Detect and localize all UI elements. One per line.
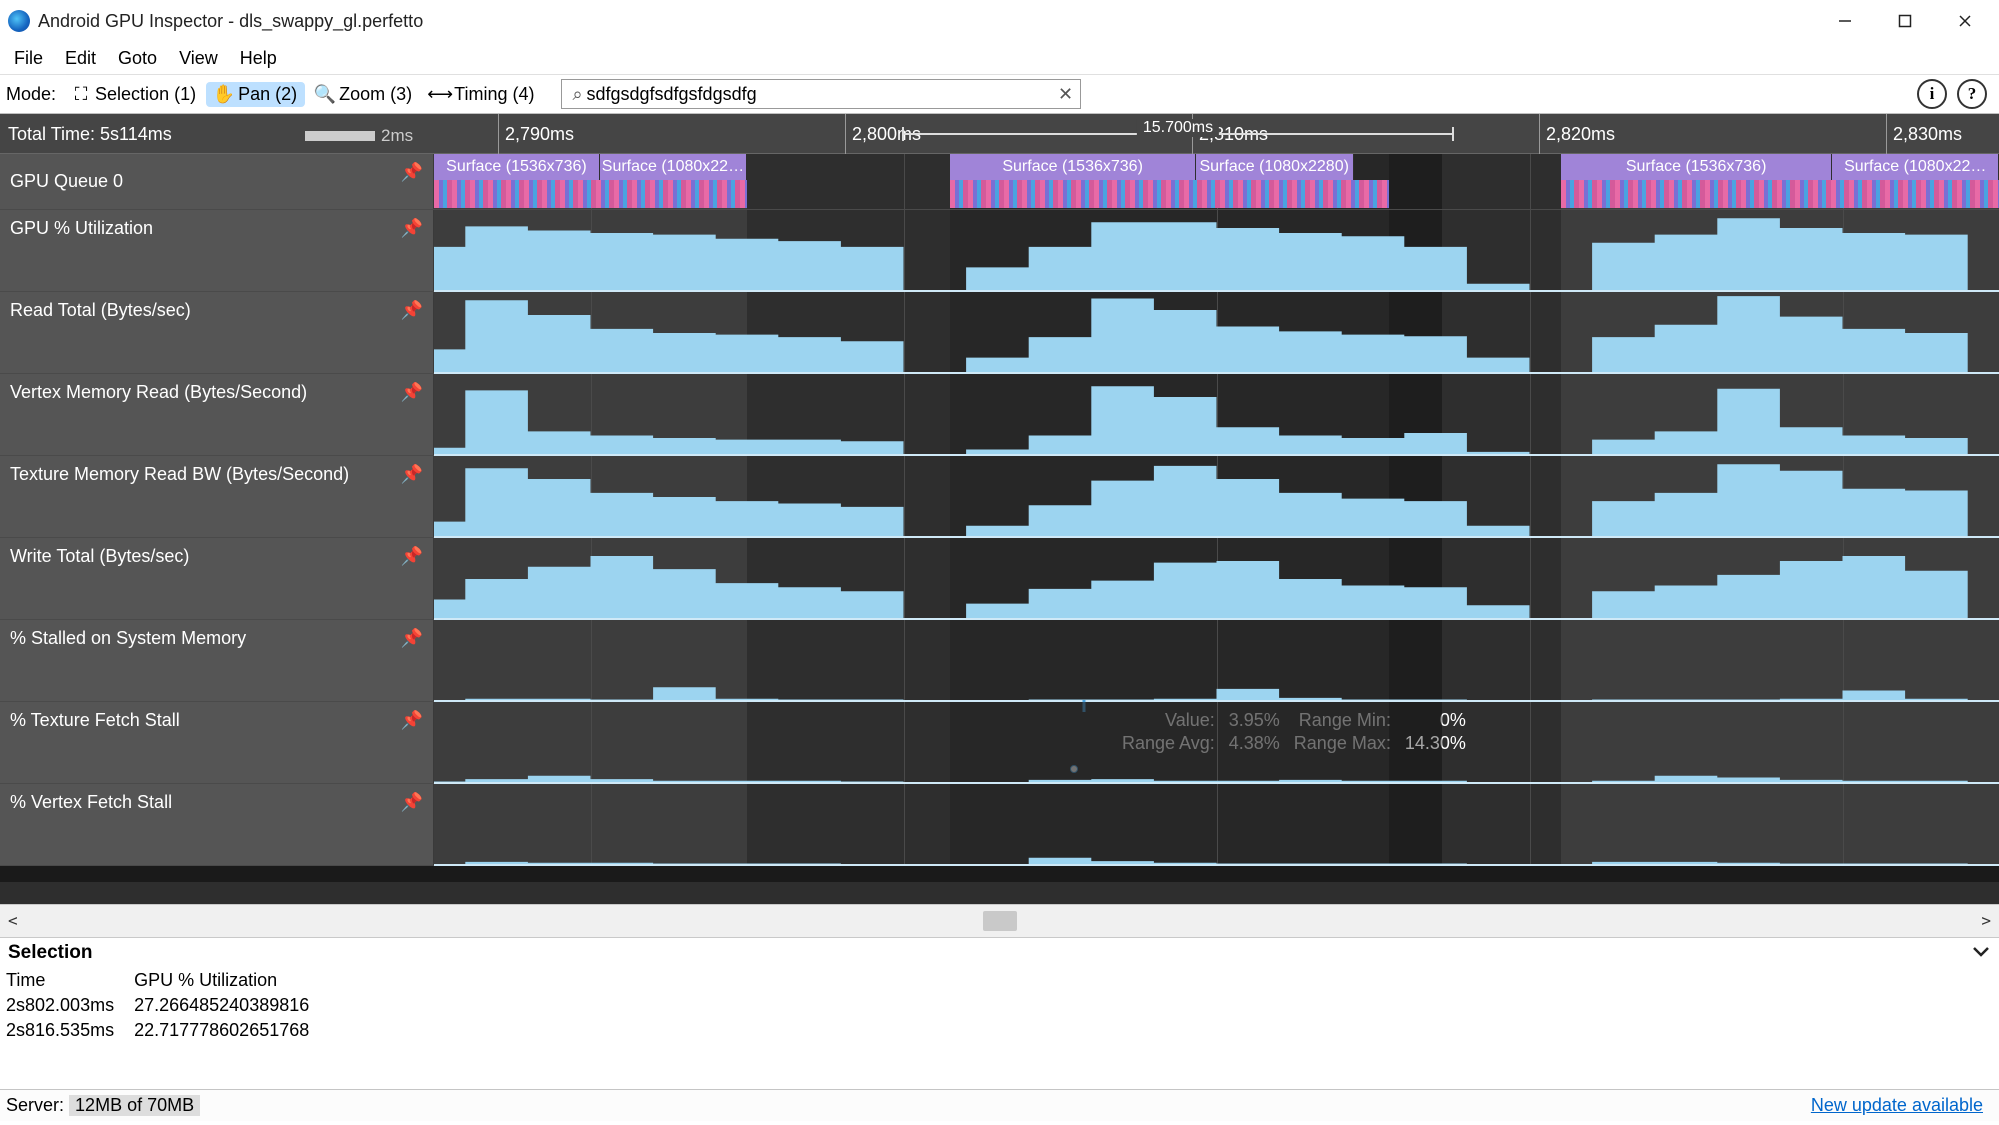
queue-span[interactable]: Surface (1536x736) [950,154,1195,180]
scale-hint: 2ms [305,126,413,146]
track-label: % Vertex Fetch Stall [10,792,172,813]
pin-icon[interactable]: 📌 [401,546,423,567]
track-write-total[interactable]: Write Total (Bytes/sec) 📌 [0,538,1999,620]
timeline-hscrollbar[interactable]: < > [0,904,1999,938]
menu-view[interactable]: View [169,46,228,71]
help-icon[interactable]: ? [1957,79,1987,109]
time-ruler[interactable]: Total Time: 5s114ms 2ms 2,790ms 2,800ms … [0,114,1999,154]
table-header: GPU % Utilization [128,968,323,993]
total-time-label: Total Time: 5s114ms [0,124,172,145]
search-box[interactable]: ⌕ ✕ [561,79,1081,109]
track-lane[interactable] [434,456,1999,537]
pin-icon[interactable]: 📌 [401,710,423,731]
menu-goto[interactable]: Goto [108,46,167,71]
track-vertex-fetch-stall[interactable]: % Vertex Fetch Stall 📌 [0,784,1999,866]
track-lane[interactable] [434,538,1999,619]
chevron-down-icon[interactable] [1971,942,1991,964]
window-title: Android GPU Inspector - dls_swappy_gl.pe… [38,11,423,32]
server-label: Server: [6,1095,64,1116]
mode-zoom[interactable]: 🔍Zoom (3) [307,82,420,107]
track-label: % Texture Fetch Stall [10,710,180,731]
track-label: Vertex Memory Read (Bytes/Second) [10,382,307,403]
track-lane[interactable] [434,784,1999,865]
track-vertex-mem-read[interactable]: Vertex Memory Read (Bytes/Second) 📌 [0,374,1999,456]
pin-icon[interactable]: 📌 [401,162,423,183]
table-row[interactable]: 2s802.003ms 27.266485240389816 [0,993,323,1018]
pin-icon[interactable]: 📌 [401,382,423,403]
selection-table: Time GPU % Utilization 2s802.003ms 27.26… [0,968,323,1043]
window-titlebar: Android GPU Inspector - dls_swappy_gl.pe… [0,0,1999,42]
track-label: Texture Memory Read BW (Bytes/Second) [10,464,349,485]
scroll-right-icon[interactable]: > [1981,911,1991,930]
pin-icon[interactable]: 📌 [401,300,423,321]
pin-icon[interactable]: 📌 [401,464,423,485]
track-gpu-queue[interactable]: GPU Queue 0 📌 Surface (1536x736)Surface … [0,154,1999,210]
server-memory: 12MB of 70MB [69,1095,200,1116]
selection-icon: ⛶ [71,84,91,105]
track-lane[interactable] [434,210,1999,291]
mode-pan[interactable]: ✋Pan (2) [206,82,305,107]
track-label: GPU % Utilization [10,218,153,239]
mode-timing[interactable]: ⟷Timing (4) [422,82,542,107]
mode-selection[interactable]: ⛶Selection (1) [63,82,204,107]
track-lane[interactable]: Value:3.95% Range Min:0% Range Avg:4.38%… [434,702,1999,783]
track-lane[interactable] [434,374,1999,455]
window-minimize-button[interactable] [1815,0,1875,42]
track-stalled-sysmem[interactable]: % Stalled on System Memory 📌 [0,620,1999,702]
track-label: Read Total (Bytes/sec) [10,300,191,321]
info-icon[interactable]: i [1917,79,1947,109]
pin-icon[interactable]: 📌 [401,792,423,813]
scroll-thumb[interactable] [983,911,1017,931]
track-label: GPU Queue 0 [10,171,123,192]
timing-icon: ⟷ [430,84,450,105]
track-label: % Stalled on System Memory [10,628,246,649]
tracks-area[interactable]: GPU Queue 0 📌 Surface (1536x736)Surface … [0,154,1999,904]
app-icon [8,10,30,32]
track-label: Write Total (Bytes/sec) [10,546,189,567]
table-header: Time [0,968,128,993]
hand-icon: ✋ [214,84,234,105]
ruler-tick: 2,830ms [1886,114,1962,154]
queue-span[interactable]: Surface (1080x2280) [1196,154,1354,180]
queue-span[interactable]: Surface (1536x736) [434,154,600,180]
search-icon: ⌕ [568,84,586,105]
track-texture-fetch-stall[interactable]: % Texture Fetch Stall 📌 Value:3.95% Range… [0,702,1999,784]
track-texture-mem-read[interactable]: Texture Memory Read BW (Bytes/Second) 📌 [0,456,1999,538]
pin-icon[interactable]: 📌 [401,218,423,239]
menu-edit[interactable]: Edit [55,46,106,71]
track-gpu-util[interactable]: GPU % Utilization 📌 [0,210,1999,292]
window-close-button[interactable] [1935,0,1995,42]
menu-file[interactable]: File [4,46,53,71]
statusbar: Server: 12MB of 70MB New update availabl… [0,1089,1999,1121]
selection-panel: Selection Time GPU % Utilization 2s802.0… [0,938,1999,1089]
selection-span-ruler: 15.700ms [902,119,1454,149]
track-lane[interactable]: Surface (1536x736)Surface (1080x22…Surfa… [434,154,1999,209]
queue-span[interactable]: Surface (1080x22… [600,154,747,180]
track-lane[interactable] [434,620,1999,701]
menubar: File Edit Goto View Help [0,42,1999,74]
clear-search-icon[interactable]: ✕ [1056,84,1074,105]
ruler-tick: 2,820ms [1539,114,1615,154]
mode-label: Mode: [6,84,56,105]
window-maximize-button[interactable] [1875,0,1935,42]
menu-help[interactable]: Help [230,46,287,71]
pin-icon[interactable]: 📌 [401,628,423,649]
ruler-tick: 2,790ms [498,114,574,154]
selection-panel-title: Selection [8,942,92,964]
timeline[interactable]: Total Time: 5s114ms 2ms 2,790ms 2,800ms … [0,114,1999,904]
queue-span[interactable]: Surface (1080x22… [1832,154,1999,180]
scroll-left-icon[interactable]: < [8,911,18,930]
table-row[interactable]: 2s816.535ms 22.717778602651768 [0,1018,323,1043]
update-available-link[interactable]: New update available [1811,1095,1983,1116]
table-header-row: Time GPU % Utilization [0,968,323,993]
queue-span[interactable]: Surface (1536x736) [1561,154,1833,180]
search-input[interactable] [586,84,1056,105]
track-lane[interactable] [434,292,1999,373]
mode-toolbar: Mode: ⛶Selection (1) ✋Pan (2) 🔍Zoom (3) … [0,74,1999,114]
zoom-icon: 🔍 [315,84,335,105]
track-read-total[interactable]: Read Total (Bytes/sec) 📌 [0,292,1999,374]
